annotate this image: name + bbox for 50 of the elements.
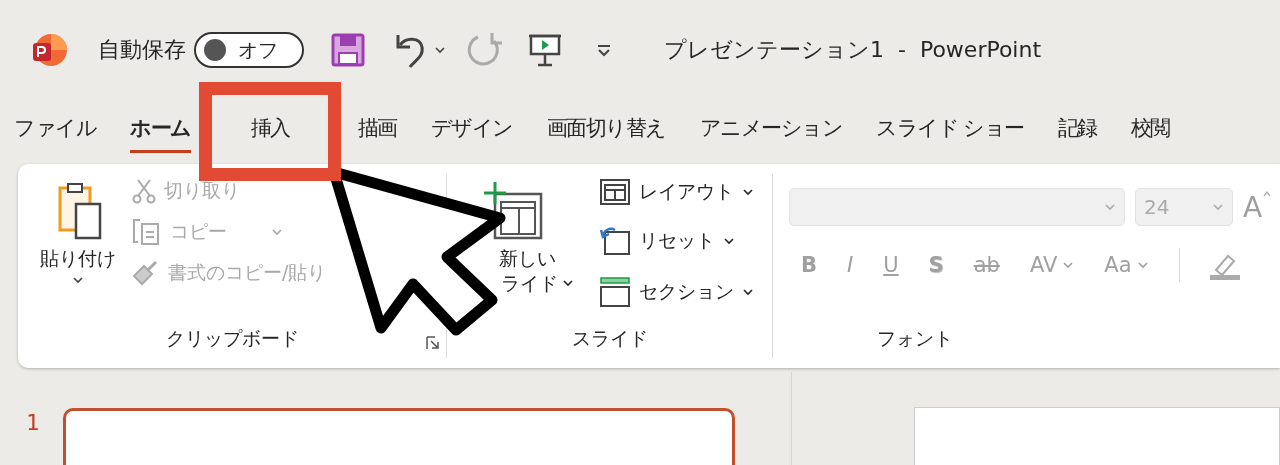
presentation-icon[interactable] [528,32,562,68]
chevron-down-icon [1212,203,1224,211]
group-label: スライド [571,327,648,349]
ribbon-tab[interactable]: 記録 [1057,107,1097,153]
paste-button[interactable]: 貼り付け [40,246,116,272]
group-label: クリップボード [165,327,299,349]
slide-command[interactable]: セクション [599,276,754,308]
ribbon-tab[interactable]: ホーム [130,107,191,153]
reset-icon [599,226,631,256]
chevron-down-icon [742,188,754,196]
new-slide-button[interactable]: ライド [501,270,558,296]
undo-dropdown-icon [434,46,446,54]
ribbon-tab[interactable]: アニメーション [699,107,842,153]
layout-icon [599,178,631,206]
document-title: プレゼンテーション1 - PowerPoint [664,36,1042,64]
dialog-launcher-icon[interactable] [426,336,440,350]
scissors-icon [132,178,156,204]
caret-up-icon [1263,190,1272,197]
slide-command[interactable]: レイアウト [599,178,754,206]
autosave-toggle[interactable]: オフ [194,32,304,68]
chevron-down-icon [271,228,283,236]
ribbon-tab[interactable]: 校閲 [1130,107,1170,153]
slide-command[interactable]: リセット [599,226,754,256]
paintbrush-icon [132,260,160,286]
slide-thumbnail[interactable] [63,408,736,465]
font-name-field[interactable] [789,188,1125,226]
new-slide-button[interactable]: 新しい [499,246,556,271]
ribbon-tab[interactable]: デザイン [430,107,513,153]
chevron-down-icon [723,237,735,245]
ribbon-tab[interactable]: スライド ショー [876,107,1024,153]
ribbon-tab[interactable]: 描画 [357,107,397,153]
ribbon-tab[interactable]: 画面切り替え [546,107,666,153]
ribbon-tab[interactable]: ファイル [14,107,96,153]
group-label: フォント [877,327,953,349]
copy-icon [132,218,162,246]
customize-dropdown-icon[interactable] [596,43,612,57]
chevron-down-icon [1062,261,1075,269]
redo-icon [466,31,502,69]
new-slide-icon[interactable] [481,180,545,242]
slide-number: 1 [26,409,40,435]
save-icon[interactable] [330,32,366,68]
ribbon-tab[interactable]: 挿入 [250,107,290,153]
autosave-label: 自動保存 [98,36,186,64]
app-logo-icon [30,31,68,69]
chevron-down-icon [1104,203,1116,211]
chevron-down-icon [1136,261,1149,269]
chevron-down-icon [562,279,574,288]
section-icon [599,276,631,308]
paste-dropdown-icon [72,276,84,284]
chevron-down-icon [742,288,754,296]
